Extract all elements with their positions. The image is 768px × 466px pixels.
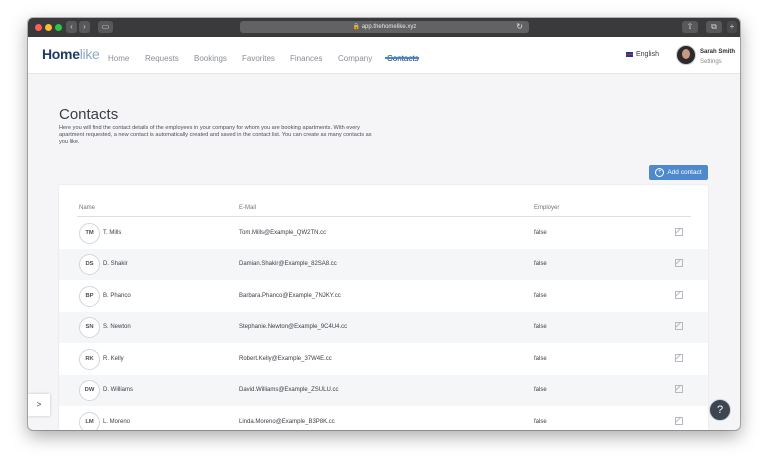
- top-navigation: Homelike Home Requests Bookings Favorite…: [28, 37, 740, 74]
- homelike-logo[interactable]: Homelike: [42, 46, 100, 62]
- contact-employer: false: [534, 230, 547, 236]
- table-row[interactable]: TM T. Mills Tom.Mills@Example_QW2TN.cc f…: [59, 218, 708, 249]
- contact-employer: false: [534, 419, 547, 425]
- contact-employer: false: [534, 387, 547, 393]
- edit-icon[interactable]: [675, 291, 683, 299]
- header-name: Name: [79, 205, 96, 211]
- page-title: Contacts: [59, 106, 119, 123]
- add-contact-label: Add contact: [667, 169, 702, 176]
- edit-icon[interactable]: [675, 417, 683, 425]
- plus-icon: +: [655, 167, 665, 177]
- contact-employer: false: [534, 261, 547, 267]
- maximize-window-button[interactable]: [55, 24, 62, 31]
- nav-requests[interactable]: Requests: [145, 54, 179, 63]
- close-window-button[interactable]: [35, 24, 42, 31]
- minimize-window-button[interactable]: [45, 24, 52, 31]
- initials-avatar: BP: [79, 286, 100, 307]
- nav-bookings[interactable]: Bookings: [194, 54, 227, 63]
- help-icon[interactable]: ?: [709, 399, 731, 421]
- table-row[interactable]: SN S. Newton Stephanie.Newton@Example_9C…: [59, 312, 708, 343]
- contact-employer: false: [534, 324, 547, 330]
- header-email: E-Mail: [239, 205, 257, 211]
- table-row[interactable]: LM L. Moreno Linda.Moreno@Example_B3P8K.…: [59, 407, 708, 430]
- edit-icon[interactable]: [675, 354, 683, 362]
- contact-email: Tom.Mills@Example_QW2TN.cc: [239, 230, 327, 236]
- expand-sidebar-button[interactable]: >: [28, 394, 50, 416]
- tabs-icon[interactable]: ⧉: [706, 21, 722, 33]
- browser-toolbar: ‹ › ▭ 🔒 app.thehomelike.xyz ↻ ⇧ ⧉ +: [28, 18, 740, 37]
- contact-employer: false: [534, 356, 547, 362]
- contact-email: Linda.Moreno@Example_B3P8K.cc: [239, 419, 335, 425]
- lock-icon: 🔒: [352, 24, 361, 30]
- contacts-table: Name E-Mail Employer TM T. Mills Tom.Mil…: [59, 185, 708, 430]
- table-row[interactable]: DW D. Williams David.Williams@Example_ZS…: [59, 375, 708, 406]
- contact-name: L. Moreno: [103, 419, 131, 425]
- header-divider: [77, 216, 691, 217]
- contact-name: D. Shakir: [103, 261, 128, 267]
- language-selector[interactable]: English: [626, 51, 659, 58]
- nav-finances[interactable]: Finances: [290, 54, 322, 63]
- contact-name: T. Mills: [103, 230, 122, 236]
- contact-name: D. Williams: [103, 387, 133, 393]
- contact-email: Barbara.Phanco@Example_7NJKY.cc: [239, 293, 341, 299]
- back-icon[interactable]: ‹: [66, 21, 77, 33]
- user-settings-link[interactable]: Settings: [700, 59, 722, 65]
- initials-avatar: TM: [79, 223, 100, 244]
- initials-avatar: LM: [79, 412, 100, 430]
- contact-name: S. Newton: [103, 324, 131, 330]
- address-bar[interactable]: 🔒 app.thehomelike.xyz ↻: [240, 21, 529, 33]
- contact-email: David.Williams@Example_ZSULU.cc: [239, 387, 339, 393]
- logo-light-text: like: [79, 46, 100, 62]
- user-name[interactable]: Sarah Smith: [700, 49, 735, 55]
- table-row[interactable]: RK R. Kelly Robert.Kelly@Example_37W4E.c…: [59, 344, 708, 375]
- sidebar-icon[interactable]: ▭: [98, 21, 113, 33]
- nav-company[interactable]: Company: [338, 54, 372, 63]
- forward-icon[interactable]: ›: [79, 21, 90, 33]
- nav-favorites[interactable]: Favorites: [242, 54, 275, 63]
- contact-email: Robert.Kelly@Example_37W4E.cc: [239, 356, 332, 362]
- edit-icon[interactable]: [675, 322, 683, 330]
- edit-icon[interactable]: [675, 259, 683, 267]
- share-icon[interactable]: ⇧: [682, 21, 698, 33]
- uk-flag-icon: [626, 51, 633, 57]
- new-tab-icon[interactable]: +: [727, 21, 737, 33]
- page-description: Here you will find the contact details o…: [59, 125, 372, 145]
- add-contact-button[interactable]: + Add contact: [649, 165, 708, 180]
- url-text: app.thehomelike.xyz: [361, 24, 417, 30]
- contact-name: B. Phanco: [103, 293, 131, 299]
- contact-name: R. Kelly: [103, 356, 124, 362]
- initials-avatar: DW: [79, 380, 100, 401]
- logo-bold-text: Home: [42, 46, 80, 62]
- initials-avatar: RK: [79, 349, 100, 370]
- user-avatar[interactable]: [676, 45, 696, 65]
- nav-home[interactable]: Home: [108, 54, 129, 63]
- reload-icon[interactable]: ↻: [516, 21, 523, 33]
- initials-avatar: SN: [79, 317, 100, 338]
- contact-employer: false: [534, 293, 547, 299]
- header-employer: Employer: [534, 205, 560, 211]
- edit-icon[interactable]: [675, 228, 683, 236]
- browser-window: ‹ › ▭ 🔒 app.thehomelike.xyz ↻ ⇧ ⧉ + Home…: [28, 18, 740, 430]
- table-row[interactable]: BP B. Phanco Barbara.Phanco@Example_7NJK…: [59, 281, 708, 312]
- edit-icon[interactable]: [675, 385, 683, 393]
- initials-avatar: DS: [79, 254, 100, 275]
- language-label: English: [636, 51, 659, 58]
- active-nav-indicator: [385, 57, 419, 59]
- table-row[interactable]: DS D. Shakir Damian.Shakir@Example_82SA8…: [59, 249, 708, 280]
- contact-email: Stephanie.Newton@Example_9C4U4.cc: [239, 324, 348, 330]
- contact-email: Damian.Shakir@Example_82SA8.cc: [239, 261, 337, 267]
